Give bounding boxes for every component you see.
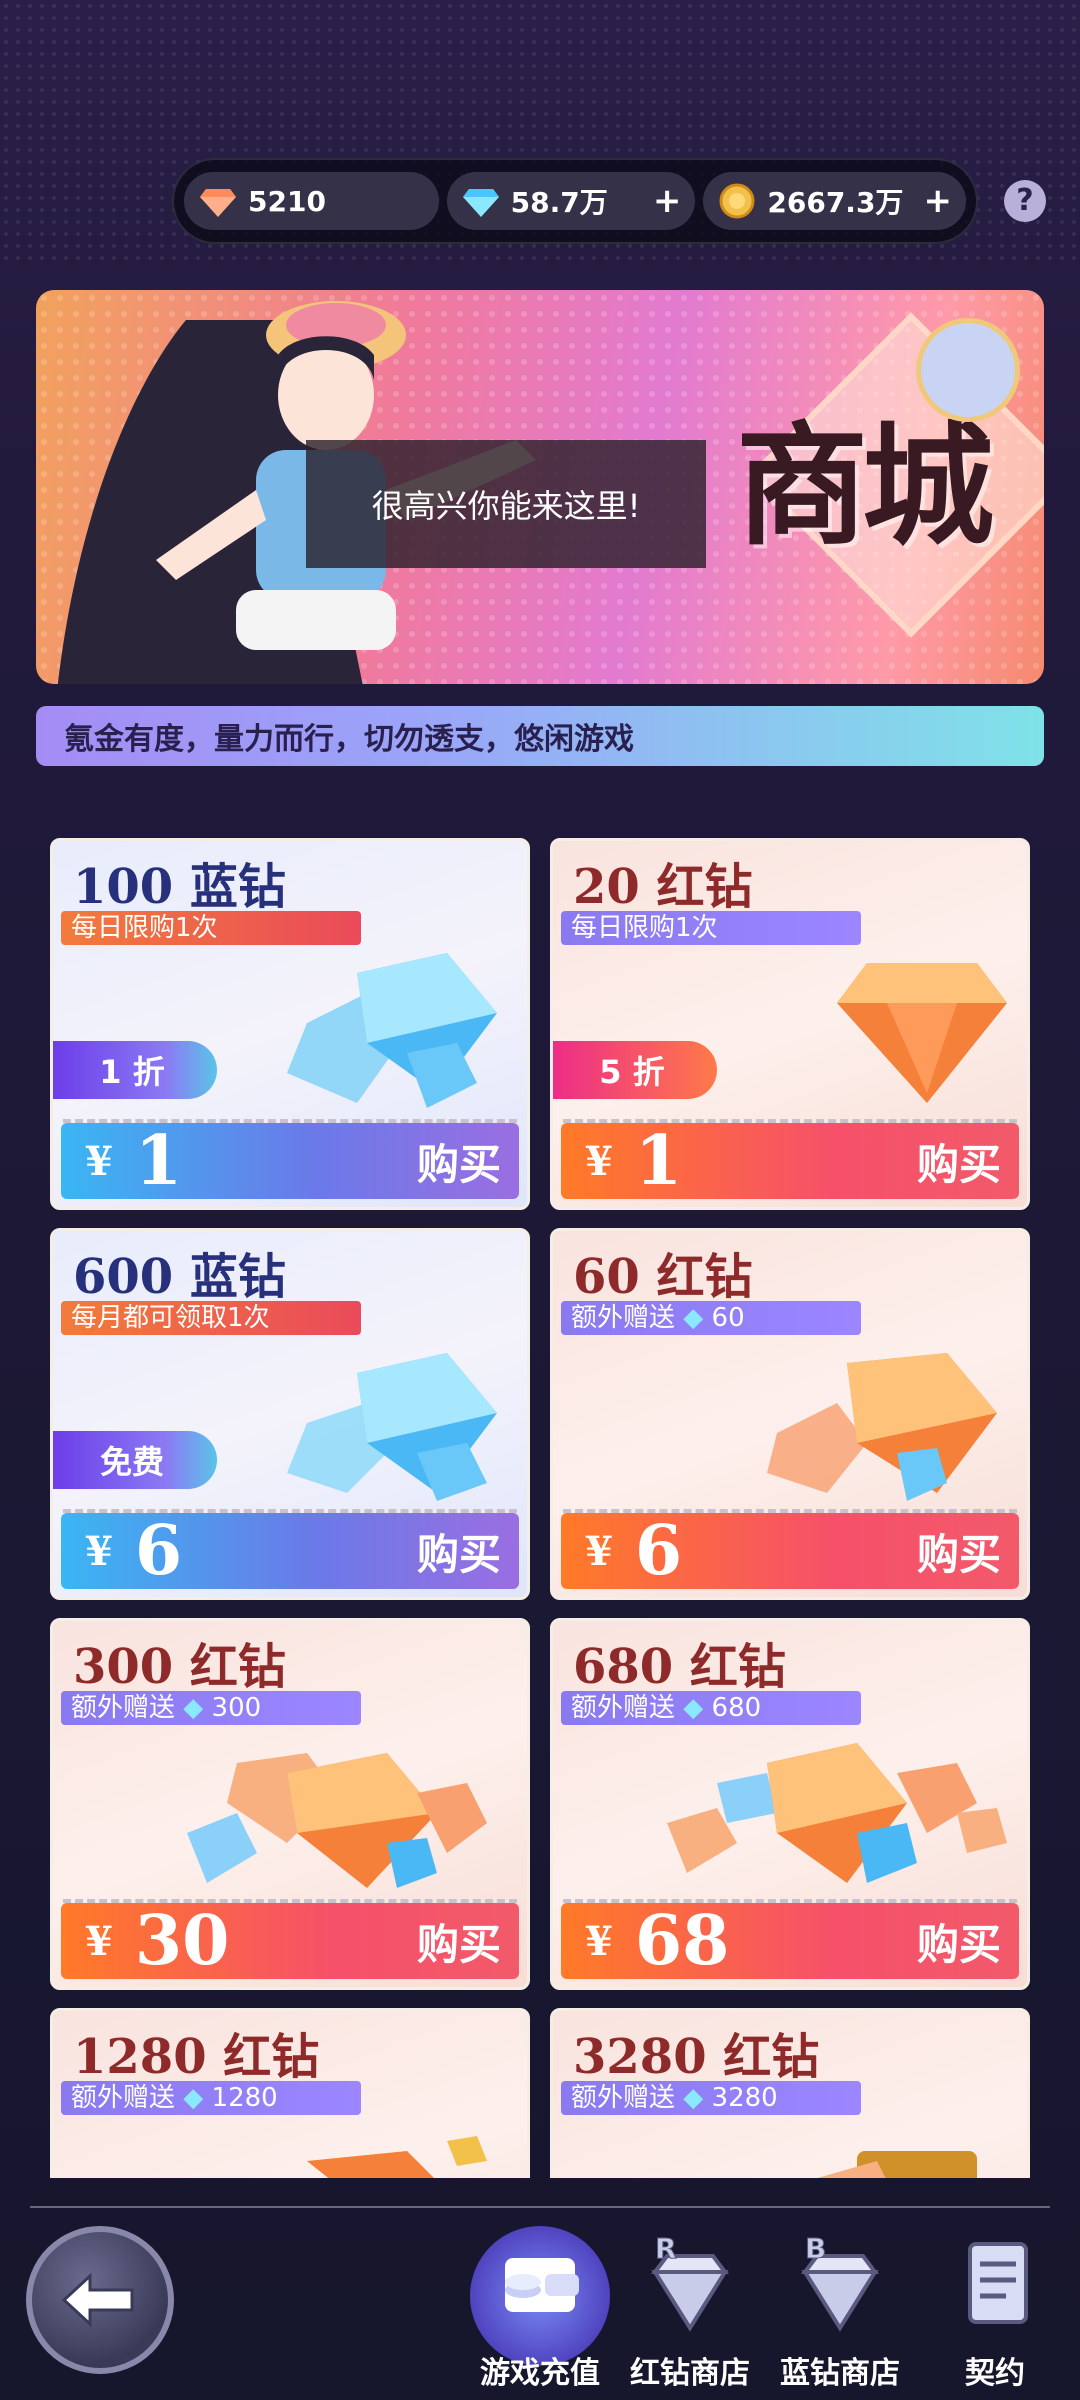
bonus-value: 3280 [711, 2083, 778, 2113]
bonus-tag: 额外赠送 ◆ 1280 [61, 2081, 361, 2115]
buy-label: 购买 [416, 1529, 501, 1579]
price-value: 30 [134, 1901, 230, 1981]
tab-recharge[interactable]: 游戏充值 [465, 2228, 615, 2391]
buy-button[interactable]: ¥ 30 购买 [61, 1901, 519, 1981]
discount-badge: 5 折 [553, 1041, 717, 1099]
price-value: 6 [134, 1511, 183, 1591]
blue-gem-icon: ◆ [683, 1303, 704, 1333]
bonus-label: 额外赠送 [71, 2083, 176, 2113]
currency-symbol: ¥ [85, 1527, 113, 1575]
product-card[interactable]: 680 红钻 额外赠送 ◆ 680 ¥ 68 购买 [550, 1618, 1030, 1990]
buy-label: 购买 [916, 1139, 1001, 1189]
red-gem-value: 5210 [248, 184, 326, 218]
buy-button[interactable]: ¥ 6 购买 [561, 1511, 1019, 1591]
product-card[interactable]: 1280 红钻 额外赠送 ◆ 1280 [50, 2008, 530, 2178]
red-badge: R [655, 2232, 677, 2265]
product-card[interactable]: 600 蓝钻 每月都可领取1次 免费 ¥ 6 购买 [50, 1228, 530, 1600]
red-gems-icon [187, 1753, 487, 1888]
bonus-value: 60 [711, 1303, 745, 1333]
product-title: 100 蓝钻 [73, 859, 286, 915]
currency-symbol: ¥ [85, 1917, 113, 1965]
buy-button[interactable]: ¥ 68 购买 [561, 1901, 1019, 1981]
product-card[interactable]: 60 红钻 额外赠送 ◆ 60 ¥ 6 购买 [550, 1228, 1030, 1600]
red-gems-icon [767, 1353, 997, 1501]
price-value: 1 [634, 1121, 683, 1201]
tab-label: 红钻商店 [630, 2356, 750, 2391]
buy-button[interactable]: ¥ 6 购买 [61, 1511, 519, 1591]
red-gem-icon [200, 189, 236, 217]
red-gem-balance: 5210 [184, 172, 439, 230]
product-title: 3280 红钻 [573, 2029, 820, 2085]
speech-bubble: 很高兴你能来这里! [306, 440, 706, 568]
blue-gems-icon [287, 1353, 497, 1501]
bonus-label: 额外赠送 [571, 1303, 676, 1333]
blue-gems-icon [287, 953, 497, 1108]
currency-symbol: ¥ [585, 1137, 613, 1185]
back-button[interactable] [26, 2226, 174, 2374]
blue-gem-icon [462, 189, 499, 217]
back-arrow-icon [61, 2272, 134, 2328]
product-title: 20 红钻 [573, 859, 753, 915]
tab-red-shop[interactable]: R 红钻商店 [615, 2228, 765, 2392]
discount-badge: 1 折 [53, 1041, 217, 1099]
currency-symbol: ¥ [85, 1137, 113, 1185]
buy-label: 购买 [916, 1529, 1001, 1579]
tab-label: 契约 [965, 2356, 1025, 2391]
gold-coin-value: 2667.3万 [767, 186, 904, 219]
product-card[interactable]: 20 红钻 每日限购1次 5 折 ¥ 1 购买 [550, 838, 1030, 1210]
blue-gem-icon: ◆ [183, 2083, 204, 2113]
product-title: 1280 红钻 [73, 2029, 320, 2085]
free-badge: 免费 [53, 1431, 217, 1489]
gold-coin-icon [719, 183, 755, 219]
buy-label: 购买 [416, 1919, 501, 1969]
product-card[interactable]: 300 红钻 额外赠送 ◆ 300 ¥ 30 购买 [50, 1618, 530, 1990]
currency-bar: 5210 58.7万 + 2667.3万 + [172, 158, 978, 244]
blue-shop-icon: B [801, 2232, 879, 2332]
red-gems-icon [667, 1743, 1007, 1883]
bonus-tag: 额外赠送 ◆ 3280 [561, 2081, 861, 2115]
buy-label: 购买 [416, 1139, 501, 1189]
buy-label: 购买 [916, 1919, 1001, 1969]
product-title: 60 红钻 [573, 1249, 753, 1305]
price-value: 68 [634, 1901, 730, 1981]
red-shop-icon: R [651, 2232, 729, 2332]
blue-gem-value: 58.7万 [510, 186, 608, 219]
mascot-avatar[interactable] [916, 318, 1020, 422]
price-value: 1 [134, 1121, 183, 1201]
product-card[interactable]: 3280 红钻 额外赠送 ◆ 3280 [550, 2008, 1030, 2178]
wallet-coin-icon [505, 2258, 579, 2312]
tab-label: 游戏充值 [480, 2356, 600, 2391]
tab-contract[interactable]: 契约 [920, 2228, 1070, 2391]
product-title: 600 蓝钻 [73, 1249, 286, 1305]
buy-button[interactable]: ¥ 1 购买 [561, 1121, 1019, 1201]
currency-symbol: ¥ [585, 1527, 613, 1575]
bonus-label: 额外赠送 [571, 2083, 676, 2113]
price-value: 6 [634, 1511, 683, 1591]
add-gold-coin-button[interactable]: + [924, 181, 953, 221]
add-blue-gem-button[interactable]: + [653, 181, 682, 221]
product-grid: 100 蓝钻 每日限购1次 1 折 ¥ 1 购买 20 红钻 每日限购1次 5 … [50, 838, 1030, 2178]
product-title: 680 红钻 [573, 1639, 786, 1695]
currency-symbol: ¥ [585, 1917, 613, 1965]
gold-coin-balance: 2667.3万 + [703, 172, 966, 230]
spending-warning: 氪金有度，量力而行，切勿透支，悠闲游戏 [36, 706, 1044, 766]
contract-scroll-icon [968, 2242, 1028, 2324]
shop-banner: 商城 很高兴你能来这里! [36, 290, 1044, 684]
blue-badge: B [805, 2232, 826, 2265]
bonus-value: 1280 [211, 2083, 278, 2113]
help-icon[interactable]: ? [1004, 180, 1046, 222]
treasure-chest-icon [817, 2151, 977, 2178]
red-gems-icon [307, 2136, 487, 2178]
tab-blue-shop[interactable]: B 蓝钻商店 [765, 2228, 915, 2392]
product-card[interactable]: 100 蓝钻 每日限购1次 1 折 ¥ 1 购买 [50, 838, 530, 1210]
blue-gem-balance: 58.7万 + [446, 172, 696, 230]
tab-label: 蓝钻商店 [780, 2356, 900, 2391]
nav-divider [30, 2206, 1050, 2208]
red-gem-icon [837, 963, 1007, 1103]
product-title: 300 红钻 [73, 1639, 286, 1695]
buy-button[interactable]: ¥ 1 购买 [61, 1121, 519, 1201]
blue-gem-icon: ◆ [683, 2083, 704, 2113]
